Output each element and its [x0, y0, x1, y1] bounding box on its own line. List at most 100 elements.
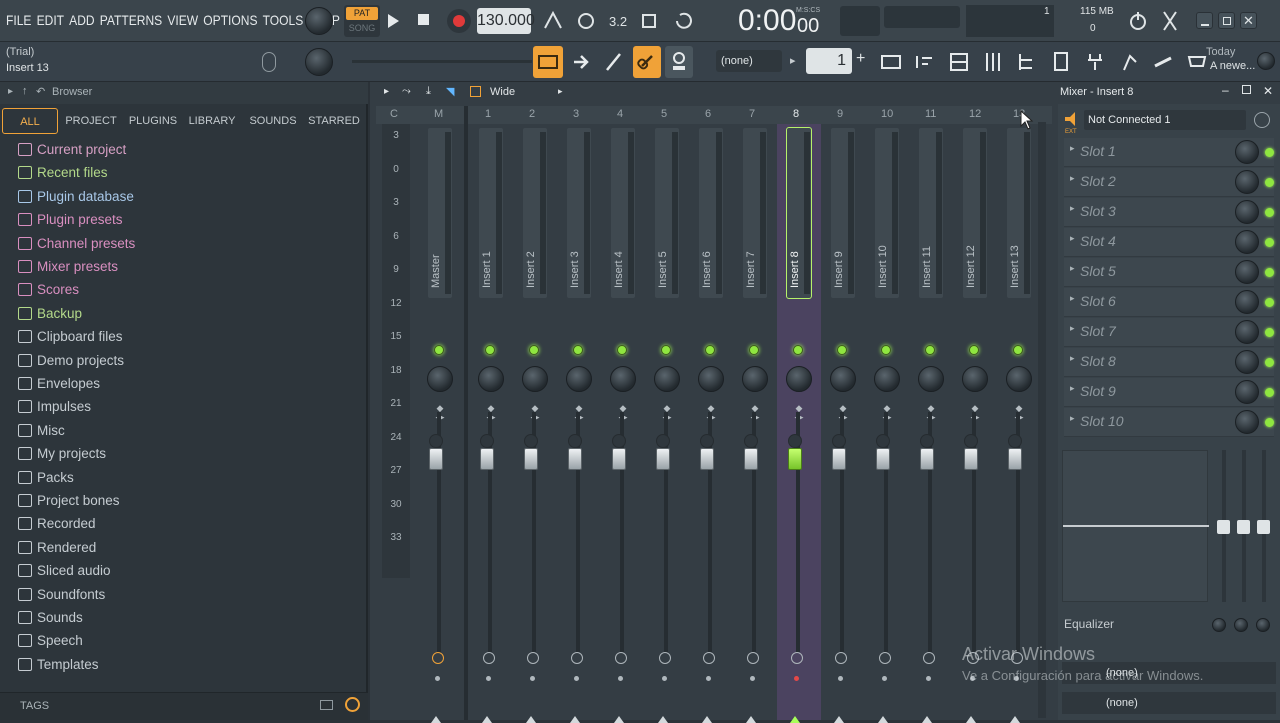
tab-plugins[interactable]: PLUGINS — [124, 108, 182, 134]
volume-fader[interactable] — [480, 448, 494, 470]
slot-mix-knob[interactable] — [1235, 140, 1259, 164]
volume-knob[interactable] — [876, 434, 890, 448]
slot-arrow-icon[interactable]: ▸ — [1070, 353, 1075, 364]
tab-library[interactable]: LIBRARY — [184, 108, 240, 134]
playlist-icon[interactable] — [878, 48, 904, 76]
channel-enable-led[interactable] — [793, 345, 803, 355]
volume-knob[interactable] — [1008, 434, 1022, 448]
slot-enable-led[interactable] — [1265, 208, 1274, 217]
effect-slot[interactable]: ▸ Slot 10 — [1064, 408, 1274, 437]
channel-enable-led[interactable] — [573, 345, 583, 355]
maximize-button[interactable] — [1218, 12, 1235, 29]
record-arm-dot[interactable] — [486, 676, 491, 681]
channel-enable-led[interactable] — [749, 345, 759, 355]
pan-knob[interactable] — [918, 366, 944, 392]
eq-graph[interactable] — [1062, 450, 1209, 602]
slot-arrow-icon[interactable]: ▸ — [1070, 173, 1075, 184]
minimize-button[interactable] — [1196, 12, 1213, 29]
volume-fader[interactable] — [964, 448, 978, 470]
brush-icon[interactable] — [602, 48, 626, 76]
record-arm-dot[interactable] — [882, 676, 887, 681]
document-icon[interactable] — [1048, 48, 1074, 76]
channel-enable-led[interactable] — [705, 345, 715, 355]
volume-fader[interactable] — [429, 448, 443, 470]
browser-menu-icon[interactable]: ▸ — [8, 86, 13, 97]
add-pattern-icon[interactable]: + — [856, 50, 865, 68]
play-icon[interactable] — [384, 11, 402, 31]
volume-fader[interactable] — [920, 448, 934, 470]
channel-enable-led[interactable] — [529, 345, 539, 355]
loop-record-icon[interactable] — [673, 10, 697, 32]
tab-project[interactable]: PROJECT — [62, 108, 120, 134]
slot-mix-knob[interactable] — [1235, 350, 1259, 374]
delay-clock-icon[interactable] — [703, 652, 715, 664]
eq-faders[interactable] — [1214, 450, 1274, 602]
slot-arrow-icon[interactable]: ▸ — [1070, 383, 1075, 394]
touch-icon[interactable] — [1116, 48, 1142, 76]
pan-knob[interactable] — [1006, 366, 1032, 392]
volume-fader[interactable] — [612, 448, 626, 470]
pitch-slider-track[interactable] — [352, 60, 532, 63]
volume-fader[interactable] — [744, 448, 758, 470]
step-edit-icon[interactable] — [640, 10, 664, 32]
speaker-icon[interactable]: EXT — [1062, 108, 1084, 134]
pattern-prev[interactable]: ▸ — [790, 50, 804, 72]
browser-item[interactable]: Scores — [0, 278, 368, 301]
delay-clock-icon[interactable] — [659, 652, 671, 664]
pan-knob[interactable] — [610, 366, 636, 392]
effect-slot[interactable]: ▸ Slot 4 — [1064, 228, 1274, 257]
eq-knob-mid[interactable] — [1234, 618, 1248, 632]
slot-arrow-icon[interactable]: ▸ — [1070, 233, 1075, 244]
menu-options[interactable]: OPTIONS — [203, 12, 257, 28]
browser-item[interactable]: Soundfonts — [0, 583, 368, 606]
browser-item[interactable]: Mixer presets — [0, 255, 368, 278]
slot-arrow-icon[interactable]: ▸ — [1070, 323, 1075, 334]
browser-item[interactable]: Impulses — [0, 395, 368, 418]
delay-clock-icon[interactable] — [747, 652, 759, 664]
slot-enable-led[interactable] — [1265, 268, 1274, 277]
slot-mix-knob[interactable] — [1235, 230, 1259, 254]
browser-item[interactable]: Recorded — [0, 512, 368, 535]
scissors-icon[interactable] — [1159, 9, 1181, 33]
close-icon[interactable]: ✕ — [1263, 84, 1273, 98]
volume-fader[interactable] — [656, 448, 670, 470]
browser-item[interactable]: Current project — [0, 138, 368, 161]
volume-knob[interactable] — [920, 434, 934, 448]
effect-slot[interactable]: ▸ Slot 2 — [1064, 168, 1274, 197]
record-arm-dot[interactable] — [750, 676, 755, 681]
record-arm-dot[interactable] — [618, 676, 623, 681]
slot-mix-knob[interactable] — [1235, 200, 1259, 224]
pan-knob[interactable] — [962, 366, 988, 392]
menu-edit[interactable]: EDIT — [37, 12, 64, 28]
channel-enable-led[interactable] — [881, 345, 891, 355]
eq-knob-high[interactable] — [1256, 618, 1270, 632]
delay-clock-icon[interactable] — [923, 652, 935, 664]
eq-knob-low[interactable] — [1212, 618, 1226, 632]
delay-clock-icon[interactable] — [571, 652, 583, 664]
mixer-channel[interactable]: Insert 8◆◂▸ — [777, 124, 821, 723]
news-knob[interactable] — [1257, 52, 1275, 70]
channel-rack-icon[interactable] — [946, 48, 972, 76]
slot-mix-knob[interactable] — [1235, 380, 1259, 404]
tab-starred[interactable]: STARRED — [306, 108, 362, 134]
mixer-icon[interactable] — [980, 48, 1006, 76]
record-button[interactable] — [447, 9, 471, 33]
browser-item[interactable]: Speech — [0, 629, 368, 652]
plugin-plug-icon[interactable] — [1082, 48, 1108, 76]
latency-clock-icon[interactable] — [1254, 112, 1270, 128]
record-arm-dot[interactable] — [838, 676, 843, 681]
browser-item[interactable]: Rendered — [0, 536, 368, 559]
browser-item[interactable]: Plugin presets — [0, 208, 368, 231]
delay-clock-icon[interactable] — [432, 652, 444, 664]
slot-enable-led[interactable] — [1265, 178, 1274, 187]
effect-slot[interactable]: ▸ Slot 9 — [1064, 378, 1274, 407]
link-icon[interactable] — [633, 46, 661, 78]
volume-knob[interactable] — [700, 434, 714, 448]
browser-item[interactable]: Packs — [0, 466, 368, 489]
effect-slot[interactable]: ▸ Slot 7 — [1064, 318, 1274, 347]
mixer-channel[interactable]: Insert 13◆◂▸ — [997, 124, 1041, 723]
pan-knob[interactable] — [566, 366, 592, 392]
tab-all[interactable]: ALL — [2, 108, 58, 134]
mixer-channel[interactable]: Master◆◂▸ — [418, 124, 462, 723]
delay-clock-icon[interactable] — [879, 652, 891, 664]
